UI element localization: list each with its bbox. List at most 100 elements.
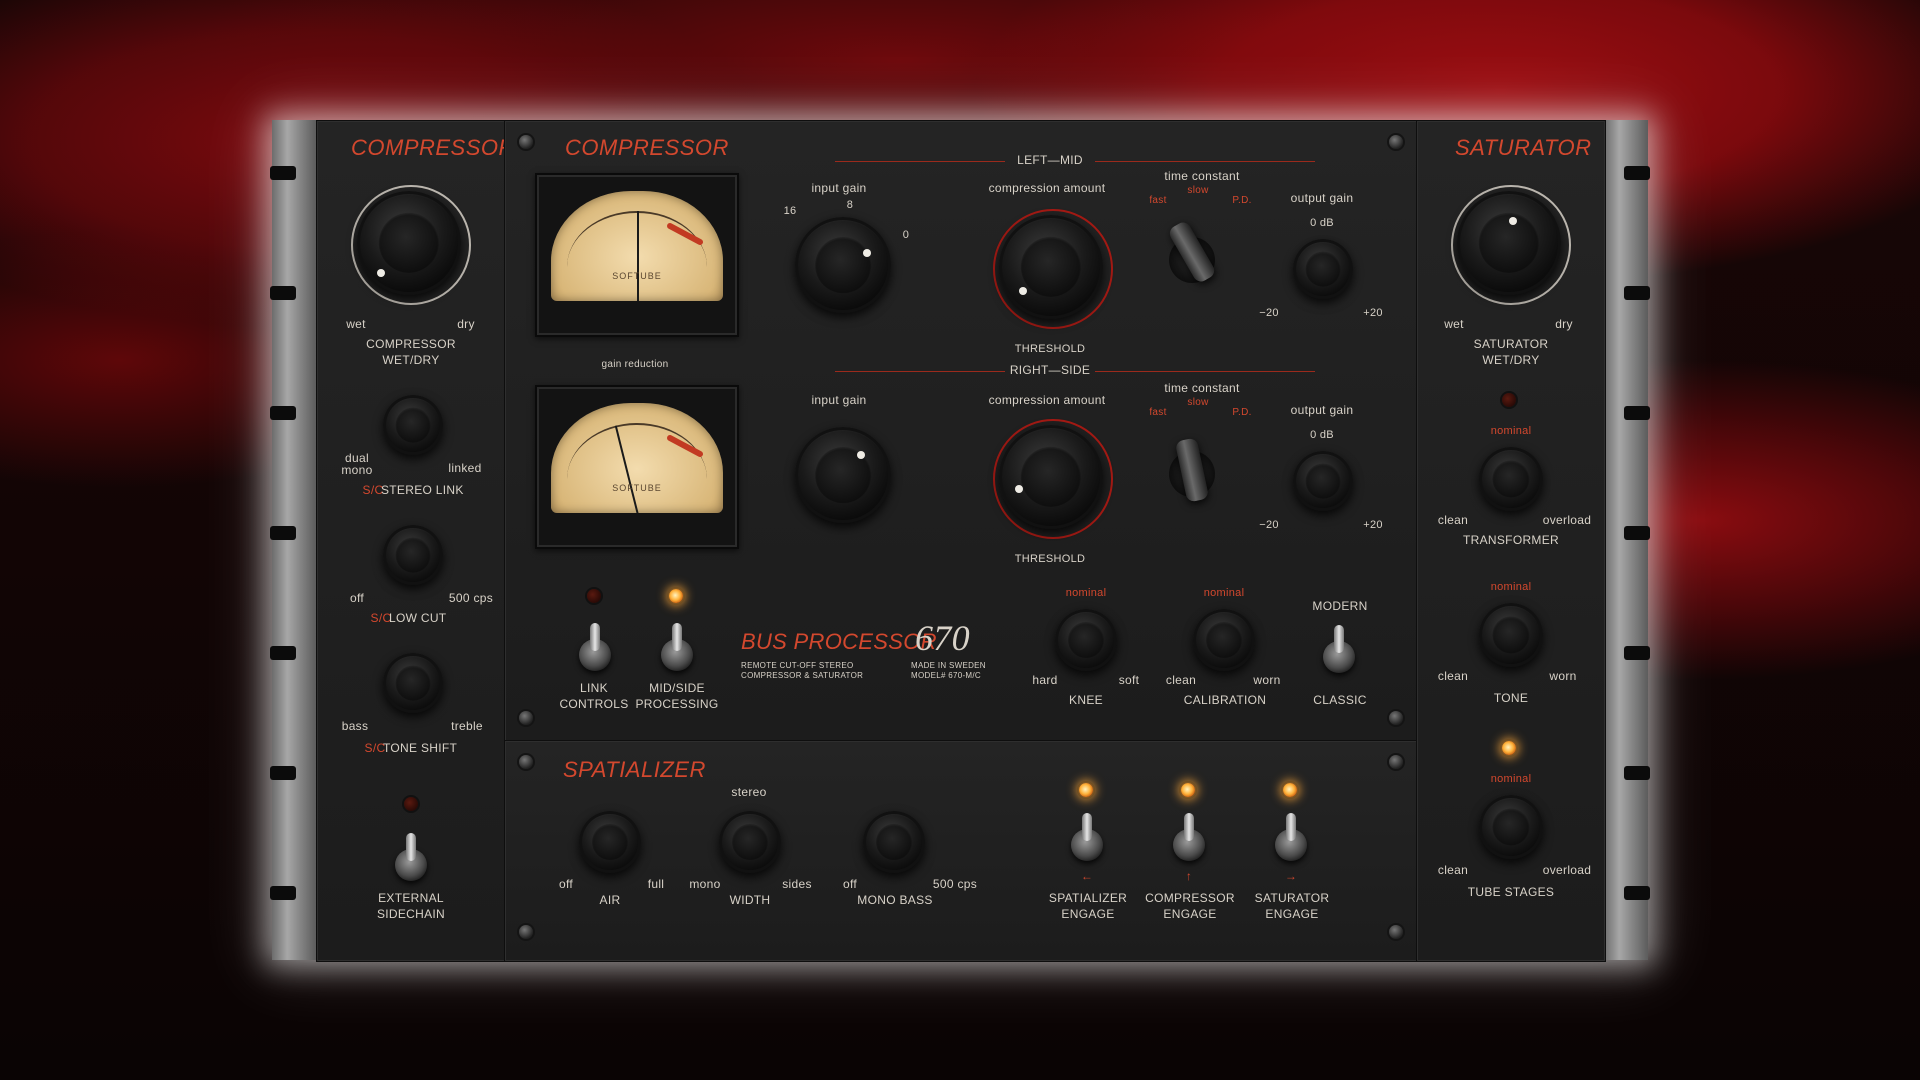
knee-nominal-label: nominal — [1065, 587, 1107, 599]
transformer-knob[interactable] — [1479, 447, 1543, 511]
saturator-wetdry-min: wet — [1444, 317, 1464, 331]
width-label: WIDTH — [729, 893, 771, 907]
knee-knob[interactable] — [1055, 609, 1117, 671]
air-knob[interactable] — [579, 811, 641, 873]
rack-slot — [270, 886, 296, 900]
transformer-max: overload — [1542, 513, 1592, 527]
input-gain-knob-left-mid[interactable] — [795, 217, 891, 313]
stereo-link-label: STEREO LINK — [381, 483, 464, 497]
rack-slot — [1624, 646, 1650, 660]
knob-indicator — [1015, 485, 1023, 493]
width-knob[interactable] — [719, 811, 781, 873]
transformer-led — [1502, 393, 1516, 407]
output-gain-knob-right-side[interactable] — [1293, 451, 1353, 511]
time-constant-label: time constant — [1164, 169, 1240, 183]
compressor-engage-led — [1181, 783, 1195, 797]
modern-classic-toggle[interactable] — [1323, 625, 1355, 673]
saturator-engage-led — [1283, 783, 1297, 797]
knob-indicator — [1509, 217, 1517, 225]
tone-shift-max-label: treble — [451, 719, 483, 733]
rack-slot — [1624, 766, 1650, 780]
saturator-arrow: → — [1284, 869, 1298, 883]
transformer-min: clean — [1437, 513, 1469, 527]
gain-reduction-meter-right-side: SOFTUBE — [535, 385, 739, 549]
rack-slot — [1624, 166, 1650, 180]
tone-shift-min-label: bass — [341, 719, 369, 733]
tube-stages-label: TUBE STAGES — [1467, 885, 1555, 899]
output-gain-max: +20 — [1363, 307, 1383, 319]
rack-slot — [270, 646, 296, 660]
tube-stages-led — [1502, 741, 1516, 755]
tone-knob[interactable] — [1479, 603, 1543, 667]
saturator-wetdry-knob[interactable] — [1457, 191, 1561, 295]
brand-model-number: MODEL# 670-M/C — [911, 671, 981, 680]
spatializer-title: SPATIALIZER — [563, 757, 706, 782]
panel-screw — [519, 135, 533, 149]
compressor-engage-label-2: ENGAGE — [1163, 907, 1217, 921]
section-divider — [1095, 161, 1315, 162]
meter-brand: SOFTUBE — [612, 271, 662, 281]
spatializer-engage-led — [1079, 783, 1093, 797]
input-gain-scale-tick: 8 — [846, 199, 854, 211]
tube-stages-knob[interactable] — [1479, 795, 1543, 859]
time-constant-slow: slow — [1187, 397, 1209, 408]
external-sidechain-label: EXTERNAL — [378, 891, 444, 905]
meter-needle — [637, 211, 639, 301]
gain-reduction-meter-left-mid: SOFTUBE — [535, 173, 739, 337]
compressor-engage-toggle[interactable] — [1173, 813, 1205, 861]
tone-shift-label: TONE SHIFT — [383, 741, 458, 755]
tube-stages-max: overload — [1542, 863, 1592, 877]
knob-indicator — [1019, 287, 1027, 295]
time-constant-fast: fast — [1149, 407, 1167, 418]
left-panel-title: COMPRESSOR — [351, 135, 515, 160]
saturator-engage-label: SATURATOR — [1254, 891, 1330, 905]
width-top-label: stereo — [731, 785, 767, 799]
tone-min: clean — [1437, 669, 1469, 683]
mode-classic-label: CLASSIC — [1313, 693, 1367, 707]
external-sidechain-toggle[interactable] — [395, 833, 427, 881]
spatializer-engage-toggle[interactable] — [1071, 813, 1103, 861]
output-gain-max: +20 — [1363, 519, 1383, 531]
sc-stereo-link-knob[interactable] — [383, 395, 443, 455]
air-max-label: full — [647, 877, 665, 891]
rack-slot — [270, 286, 296, 300]
sc-tone-shift-knob[interactable] — [383, 653, 443, 713]
brand-subtitle: REMOTE CUT-OFF STEREO — [741, 661, 854, 670]
knob-indicator — [857, 451, 865, 459]
left-mid-section-label: LEFT—MID — [1017, 153, 1083, 167]
input-gain-knob-right-side[interactable] — [795, 427, 891, 523]
saturator-engage-toggle[interactable] — [1275, 813, 1307, 861]
section-divider — [835, 371, 1005, 372]
meter-face: SOFTUBE — [551, 403, 723, 513]
rack-slot — [1624, 406, 1650, 420]
rack-slot — [1624, 286, 1650, 300]
panel-screw — [1389, 925, 1403, 939]
left-compressor-panel: COMPRESSOR wet dry COMPRESSOR WET/DRY du… — [316, 120, 514, 962]
compression-amount-knob-right-side[interactable] — [999, 425, 1103, 529]
compression-amount-knob-left-mid[interactable] — [999, 215, 1103, 319]
sc-low-cut-knob[interactable] — [383, 525, 443, 585]
saturator-engage-label-2: ENGAGE — [1265, 907, 1319, 921]
transformer-label: TRANSFORMER — [1463, 533, 1559, 547]
mid-side-processing-toggle[interactable] — [661, 623, 693, 671]
time-constant-fast: fast — [1149, 195, 1167, 206]
input-gain-scale-tick: 0 — [902, 229, 910, 241]
center-compressor-panel: COMPRESSOR LEFT—MID RIGHT—SIDE SOFTUBE g… — [504, 120, 1418, 742]
tube-stages-nominal: nominal — [1490, 773, 1532, 785]
mono-bass-knob[interactable] — [863, 811, 925, 873]
rack-rail-left — [270, 120, 316, 960]
calibration-nominal-label: nominal — [1203, 587, 1245, 599]
calibration-knob[interactable] — [1193, 609, 1255, 671]
saturator-wetdry-max: dry — [1555, 317, 1573, 331]
saturator-title: SATURATOR — [1455, 135, 1592, 160]
link-controls-toggle[interactable] — [579, 623, 611, 671]
panel-screw — [519, 755, 533, 769]
external-sidechain-led — [404, 797, 418, 811]
compressor-wetdry-knob[interactable] — [357, 191, 461, 295]
compression-amount-label: compression amount — [988, 181, 1106, 195]
rack-slot — [270, 406, 296, 420]
tone-max: worn — [1549, 669, 1577, 683]
output-gain-knob-left-mid[interactable] — [1293, 239, 1353, 299]
tone-label: TONE — [1493, 691, 1529, 705]
compression-amount-label: compression amount — [988, 393, 1106, 407]
